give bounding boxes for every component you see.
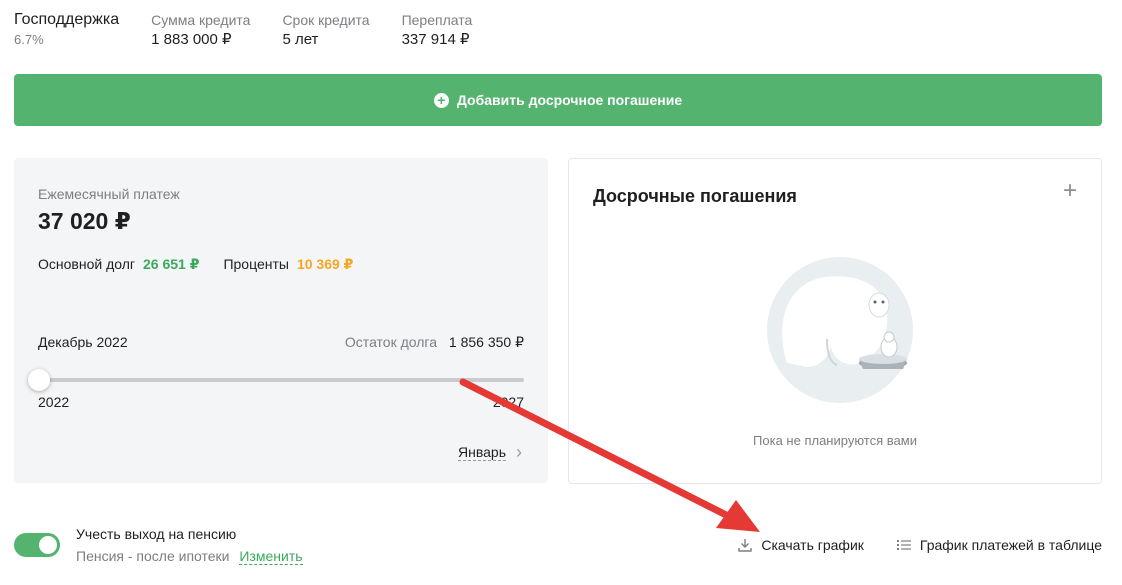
amount-label: Сумма кредита <box>151 12 251 28</box>
selected-month: Декабрь 2022 <box>38 334 128 350</box>
next-month-label: Январь <box>458 444 506 461</box>
slider-end-year: 2027 <box>492 394 524 410</box>
change-pension-link[interactable]: Изменить <box>239 548 303 565</box>
remaining-debt-value: 1 856 350 ₽ <box>448 334 524 350</box>
period-slider[interactable] <box>28 369 524 391</box>
program-rate: 6.7% <box>14 32 44 47</box>
term-value: 5 лет <box>282 31 319 48</box>
schedule-table-label: График платежей в таблице <box>919 537 1102 553</box>
payment-card: Ежемесячный платеж 37 020 ₽ Основной дол… <box>14 158 548 483</box>
summary-term: Срок кредита 5 лет <box>282 10 369 50</box>
download-schedule-button[interactable]: Скачать график <box>737 537 864 553</box>
list-icon <box>896 540 911 550</box>
overpay-value: 337 914 ₽ <box>401 31 470 48</box>
add-icon[interactable]: + <box>1063 179 1077 203</box>
next-month-button[interactable]: Январь › <box>458 442 522 463</box>
early-repayments-title: Досрочные погашения <box>593 186 797 206</box>
add-early-repayment-label: Добавить досрочное погашение <box>456 92 683 108</box>
pension-sub-label: Пенсия - после ипотеки <box>76 548 230 564</box>
remaining-debt: Остаток долга 1 856 350 ₽ <box>345 334 524 351</box>
interest-label: Проценты <box>223 256 289 272</box>
payment-breakdown: Основной долг 26 651 ₽ Проценты 10 369 ₽ <box>38 256 353 273</box>
early-repayments-card: Досрочные погашения + Пока не планируютс… <box>568 158 1102 484</box>
schedule-table-button[interactable]: График платежей в таблице <box>896 537 1102 553</box>
remaining-debt-label: Остаток долга <box>344 334 438 350</box>
plus-circle-icon: + <box>433 92 449 108</box>
principal-value: 26 651 ₽ <box>143 256 200 272</box>
download-schedule-label: Скачать график <box>761 537 864 553</box>
download-icon <box>738 539 753 552</box>
monthly-payment-label: Ежемесячный платеж <box>38 186 180 202</box>
chevron-right-icon: › <box>516 442 522 462</box>
principal-label: Основной долг <box>38 256 135 272</box>
add-early-repayment-button[interactable]: + Добавить досрочное погашение <box>14 74 1102 126</box>
empty-state-illustration <box>767 257 913 403</box>
overpay-label: Переплата <box>401 12 473 28</box>
pension-label: Учесть выход на пенсию <box>76 526 237 542</box>
amount-value: 1 883 000 ₽ <box>151 31 232 48</box>
slider-handle[interactable] <box>28 369 50 391</box>
program-label: Господдержка <box>14 11 120 28</box>
interest-value: 10 369 ₽ <box>296 256 354 272</box>
term-label: Срок кредита <box>282 12 370 28</box>
pension-sub: Пенсия - после ипотеки Изменить <box>76 548 303 565</box>
pension-option: Учесть выход на пенсию Пенсия - после ип… <box>14 524 303 565</box>
summary-overpay: Переплата 337 914 ₽ <box>402 10 473 50</box>
loan-summary: Господдержка 6.7% Сумма кредита 1 883 00… <box>14 10 504 50</box>
pension-toggle[interactable] <box>14 533 60 557</box>
empty-state-text: Пока не планируются вами <box>753 433 917 448</box>
schedule-actions: Скачать график График платежей в таблице <box>705 537 1102 553</box>
toggle-knob <box>39 536 57 554</box>
summary-program: Господдержка 6.7% <box>14 10 119 50</box>
pension-text: Учесть выход на пенсию Пенсия - после ип… <box>76 524 303 565</box>
slider-start-year: 2022 <box>38 394 70 410</box>
monthly-payment-value: 37 020 ₽ <box>38 208 131 234</box>
summary-amount: Сумма кредита 1 883 000 ₽ <box>151 10 250 50</box>
